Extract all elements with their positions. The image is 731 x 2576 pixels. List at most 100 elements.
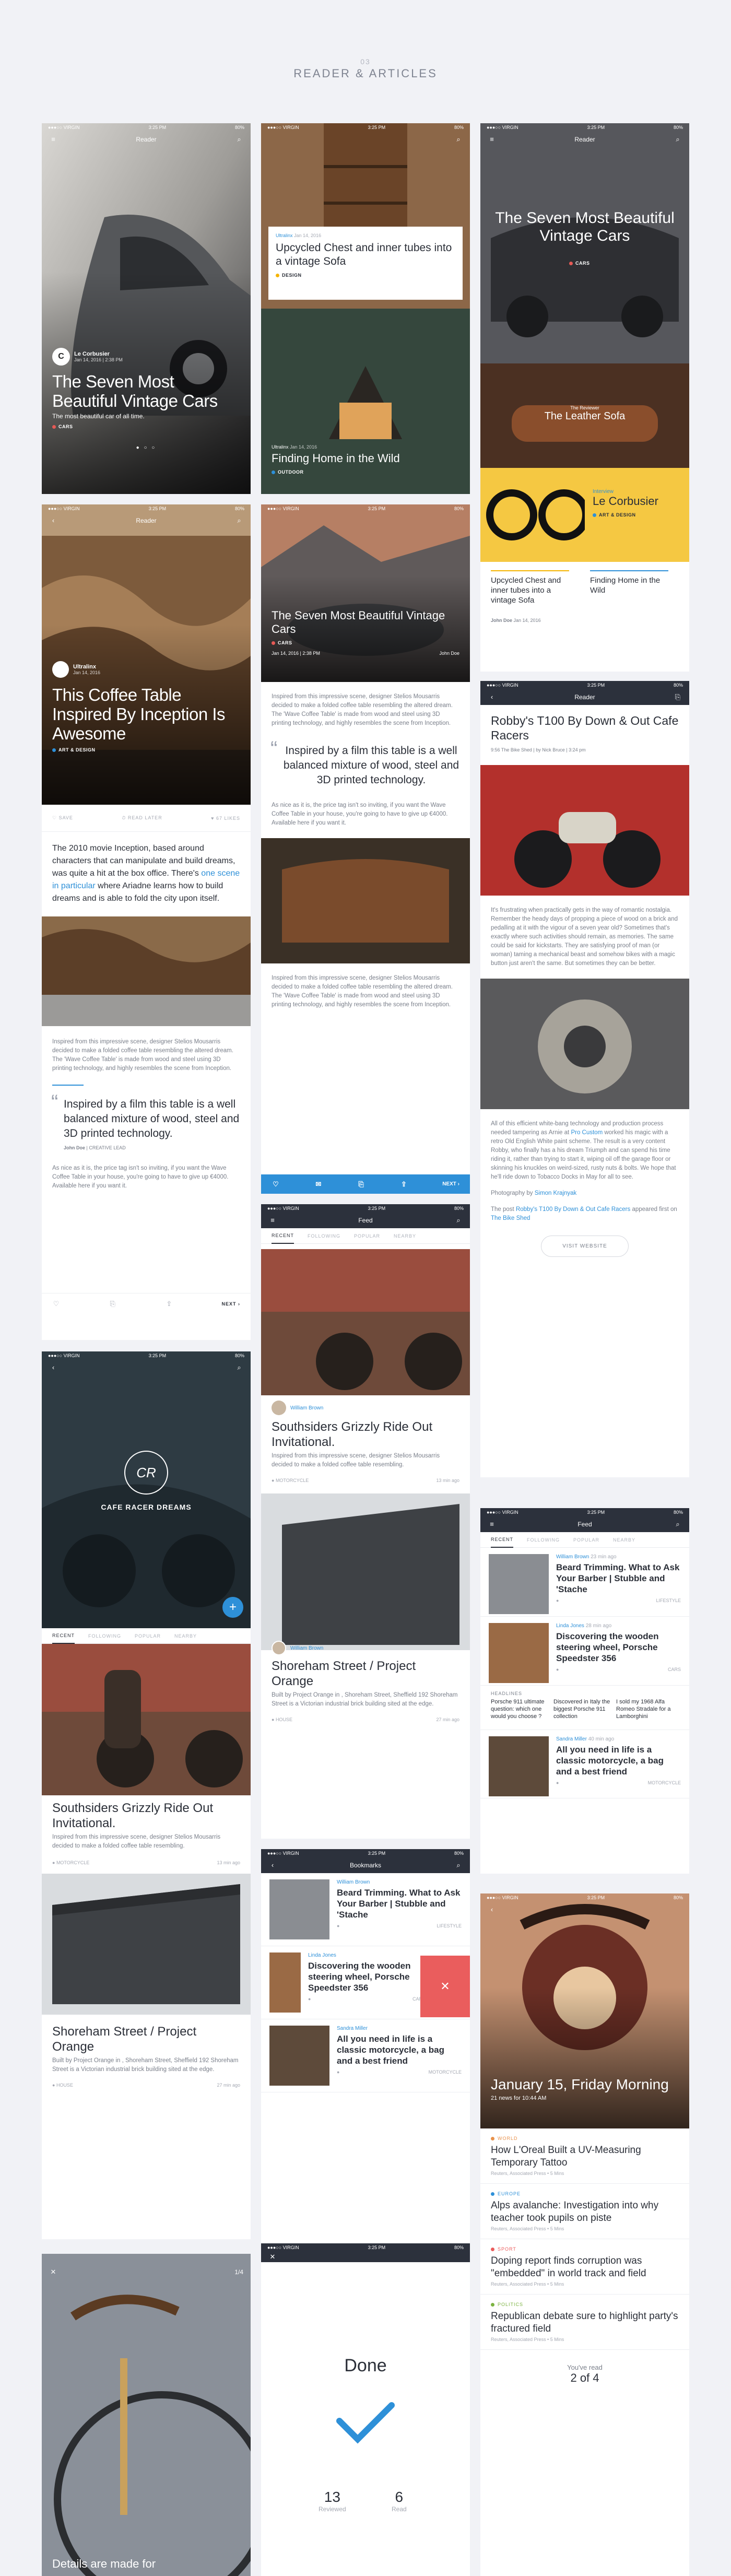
tab-nearby[interactable]: NEARBY	[613, 1537, 635, 1543]
card-image[interactable]	[261, 1493, 470, 1650]
headline-item[interactable]: Discovered in Italy the biggest Porsche …	[553, 1698, 611, 1720]
author-name[interactable]: Le Corbusier	[74, 351, 123, 357]
feed-row[interactable]: Linda Jones 28 min ago Discovering the wo…	[480, 1617, 689, 1686]
back-icon[interactable]: ‹	[49, 516, 57, 525]
card-image[interactable]	[261, 1249, 470, 1395]
author-avatar[interactable]	[272, 1641, 286, 1655]
save-button[interactable]: ♡ SAVE	[52, 815, 73, 821]
tab-recent[interactable]: RECENT	[272, 1228, 294, 1244]
post-date: Jan 14, 2016	[73, 670, 101, 675]
card-title[interactable]: Shoreham Street / Project Orange	[42, 2024, 251, 2054]
tab-following[interactable]: FOLLOWING	[88, 1633, 121, 1639]
author-name[interactable]: John Doe	[491, 618, 512, 623]
category-tag[interactable]: CARS	[58, 424, 73, 429]
news-row[interactable]: SPORT Doping report finds corruption was …	[480, 2239, 689, 2295]
category-tag[interactable]: ART & DESIGN	[58, 747, 96, 752]
time-text: 3:25 PM	[148, 125, 167, 130]
feed-row[interactable]: Sandra Miller 40 min ago All you need in …	[480, 1730, 689, 1798]
author-name[interactable]: William Brown	[290, 1405, 323, 1411]
bookmark-row[interactable]: Sandra Miller All you need in life is a c…	[261, 2019, 470, 2092]
back-icon[interactable]: ‹	[488, 693, 496, 701]
news-row[interactable]: EUROPE Alps avalanche: Investigation into…	[480, 2184, 689, 2239]
headline-item[interactable]: Porsche 911 ultimate question: which one…	[491, 1698, 548, 1720]
page-header: 03 READER & ARTICLES	[0, 0, 731, 104]
back-icon[interactable]: ‹	[268, 1861, 277, 1869]
mini-card-title[interactable]: Finding Home in the Wild	[590, 570, 668, 605]
bookmark-icon[interactable]: ⎘	[674, 693, 682, 701]
interview-title[interactable]: Le Corbusier	[593, 495, 658, 508]
share-icon[interactable]: ⇪	[399, 1180, 408, 1189]
news-row[interactable]: WORLD How L'Oreal Built a UV-Measuring Te…	[480, 2128, 689, 2184]
card-tag[interactable]: ● HOUSE	[52, 2083, 73, 2088]
tab-nearby[interactable]: NEARBY	[394, 1233, 416, 1239]
back-icon[interactable]: ‹	[488, 1905, 496, 1914]
delete-icon[interactable]: ✕	[420, 1956, 470, 2017]
author-avatar[interactable]	[52, 661, 69, 678]
comment-icon[interactable]: ✉	[314, 1180, 323, 1189]
tab-popular[interactable]: POPULAR	[354, 1233, 380, 1239]
bookmark-icon[interactable]: ⎘	[357, 1180, 366, 1189]
author-name[interactable]: Ultralinx	[276, 233, 293, 238]
tab-following[interactable]: FOLLOWING	[308, 1233, 340, 1239]
read-later-button[interactable]: ⏱ READ LATER	[122, 815, 162, 821]
close-icon[interactable]: ✕	[268, 2253, 277, 2261]
author-avatar[interactable]	[272, 1401, 286, 1415]
mini-card-title[interactable]: Upcycled Chest and inner tubes into a vi…	[491, 570, 569, 605]
menu-icon[interactable]: ≡	[49, 135, 57, 144]
visit-website-button[interactable]: VISIT WEBSITE	[541, 1236, 629, 1257]
bookmark-row[interactable]: William Brown Beard Trimming. What to Ask…	[261, 1873, 470, 1946]
share-icon[interactable]: ⇪	[165, 1300, 173, 1308]
article-title[interactable]: The Seven Most Beautiful Vintage Cars	[52, 372, 240, 410]
back-icon[interactable]: ‹	[49, 1363, 57, 1372]
card[interactable]: Ultralinx Jan 14, 2016 Upcycled Chest an…	[268, 227, 463, 300]
battery-text: 80%	[454, 1206, 464, 1211]
card-title[interactable]: Southsiders Grizzly Ride Out Invitationa…	[42, 1801, 251, 1831]
tab-following[interactable]: FOLLOWING	[527, 1537, 560, 1543]
card-image[interactable]	[42, 1874, 251, 2015]
author-name[interactable]: Ultralinx	[73, 664, 100, 670]
search-icon[interactable]: ⌕	[454, 1861, 463, 1869]
search-icon[interactable]: ⌕	[235, 516, 243, 525]
next-button[interactable]: NEXT ›	[221, 1301, 240, 1307]
tab-recent[interactable]: RECENT	[491, 1532, 514, 1548]
card-title[interactable]: Finding Home in the Wild	[272, 452, 459, 465]
news-row[interactable]: POLITICS Republican debate sure to highli…	[480, 2295, 689, 2350]
tab-popular[interactable]: POPULAR	[135, 1633, 161, 1639]
search-icon[interactable]: ⌕	[235, 1363, 243, 1372]
feed-row[interactable]: William Brown 23 min ago Beard Trimming. …	[480, 1548, 689, 1617]
likes-button[interactable]: ♥ 67 LIKES	[211, 816, 240, 821]
sofa-title[interactable]: The Leather Sofa	[480, 410, 689, 422]
menu-icon[interactable]: ≡	[488, 135, 496, 144]
card-title: Upcycled Chest and inner tubes into a vi…	[276, 242, 452, 267]
card-title[interactable]: Southsiders Grizzly Ride Out Invitationa…	[261, 1419, 470, 1450]
menu-icon[interactable]: ≡	[488, 1520, 496, 1528]
search-icon[interactable]: ⌕	[235, 135, 243, 144]
next-button[interactable]: NEXT ›	[442, 1181, 459, 1187]
article-paragraph: Inspired from this impressive scene, des…	[272, 693, 453, 726]
author-name[interactable]: John Doe	[439, 651, 459, 656]
hero-title[interactable]: The Seven Most Beautiful Vintage Cars	[480, 209, 689, 245]
author-avatar[interactable]: C	[52, 348, 70, 366]
card-image[interactable]	[42, 1644, 251, 1795]
article-paragraph: All of this efficient white-bang technol…	[491, 1121, 676, 1180]
search-icon[interactable]: ⌕	[674, 1520, 682, 1528]
menu-icon[interactable]: ≡	[268, 1216, 277, 1225]
heart-icon[interactable]: ♡	[272, 1180, 280, 1189]
headline-item[interactable]: I sold my 1968 Alfa Romeo Stradale for a…	[616, 1698, 674, 1720]
author-name[interactable]: William Brown	[290, 1645, 323, 1651]
add-button[interactable]: +	[222, 1597, 243, 1618]
inline-link[interactable]: Pro Custom	[571, 1130, 603, 1136]
search-icon[interactable]: ⌕	[454, 1216, 463, 1225]
close-icon[interactable]: ✕	[49, 2268, 57, 2276]
card-tag[interactable]: ● MOTORCYCLE	[52, 1860, 89, 1865]
tab-popular[interactable]: POPULAR	[573, 1537, 599, 1543]
news-briefing-screen: ●●●○○ VIRGIN 3:25 PM 80% ‹ January 15, Fri…	[480, 1893, 689, 2576]
tab-recent[interactable]: RECENT	[52, 1628, 75, 1644]
search-icon[interactable]: ⌕	[674, 135, 682, 144]
bookmark-row[interactable]: Linda Jones Discovering the wooden steeri…	[261, 1946, 470, 2019]
search-icon[interactable]: ⌕	[454, 135, 463, 144]
heart-icon[interactable]: ♡	[52, 1300, 61, 1308]
card-title[interactable]: Shoreham Street / Project Orange	[261, 1658, 470, 1689]
tab-nearby[interactable]: NEARBY	[174, 1633, 197, 1639]
bookmark-icon[interactable]: ⎘	[109, 1300, 117, 1308]
